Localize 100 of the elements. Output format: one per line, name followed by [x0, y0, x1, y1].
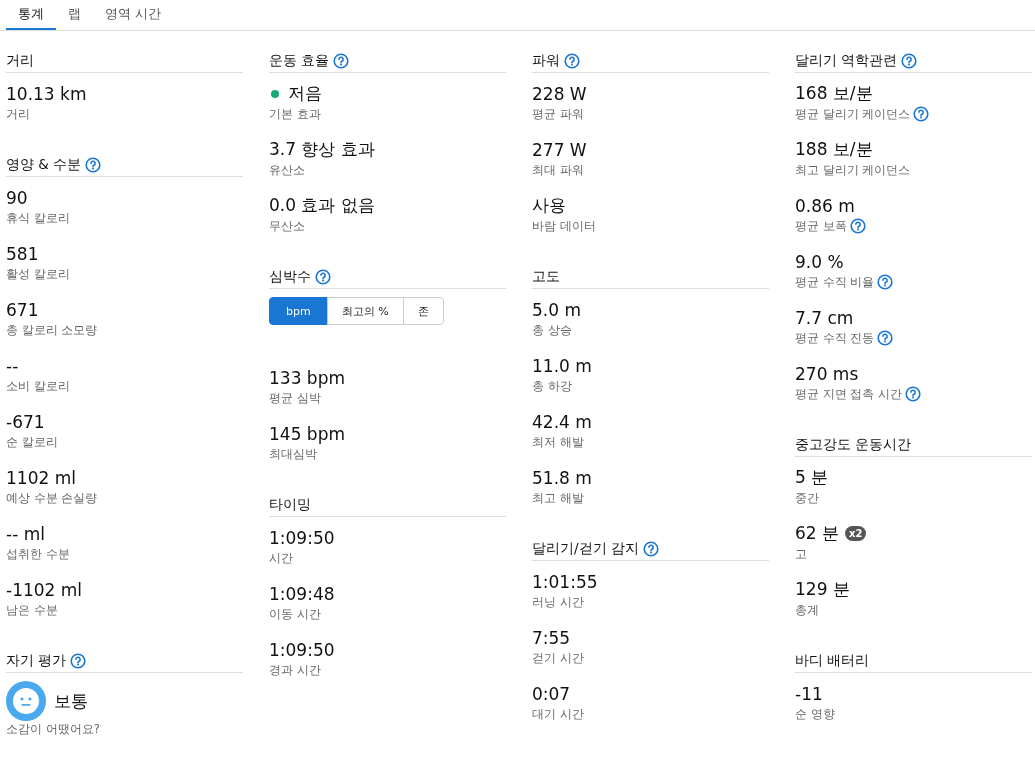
help-icon[interactable]	[333, 53, 350, 69]
stat-label: 소비 칼로리	[6, 378, 70, 394]
stat-label: 거리	[6, 106, 30, 122]
stat-label: 휴식 칼로리	[6, 210, 70, 226]
stat-label: 고	[795, 546, 807, 562]
section-title: 달리기 역학관련	[795, 52, 898, 70]
stat-value: 7:55	[532, 627, 571, 648]
stat-label: 최저 해발	[532, 434, 584, 450]
section-title: 바디 배터리	[795, 652, 870, 670]
stat-label: 소감이 어땠어요?	[6, 721, 100, 737]
stat-label: 예상 수분 손실량	[6, 490, 98, 506]
stat-label: 걷기 시간	[532, 650, 584, 666]
stat-label: 평균 파워	[532, 106, 584, 122]
stat-value: 133 bpm	[269, 367, 345, 388]
stat-label: 남은 수분	[6, 602, 58, 618]
stat-value: 저음	[288, 82, 322, 105]
stat-value: 5 분	[795, 466, 829, 489]
stat-label: 이동 시간	[269, 606, 321, 622]
stat-label: 기본 효과	[269, 106, 321, 122]
stat-value: 1:09:50	[269, 527, 335, 548]
stat-label: 활성 칼로리	[6, 266, 70, 282]
help-icon[interactable]	[642, 541, 659, 557]
stat-value: -1102 ml	[6, 579, 83, 600]
neutral-face-icon	[6, 681, 46, 721]
stat-value: 보통	[54, 689, 88, 713]
stat-value: 3.7 향상 효과	[269, 138, 375, 161]
stat-value: -671	[6, 411, 45, 432]
stat-label: 총 상승	[532, 322, 572, 338]
stat-label: 순 영향	[795, 706, 835, 722]
section-title: 고도	[532, 268, 560, 286]
tab[interactable]: 통계	[6, 0, 56, 30]
stat-value: --	[6, 355, 19, 376]
help-icon[interactable]	[877, 330, 894, 346]
stat-label: 최대심박	[269, 446, 317, 462]
stat-label: 대기 시간	[532, 706, 584, 722]
stat-label: 평균 보폭	[795, 218, 847, 234]
help-icon[interactable]	[849, 218, 866, 234]
stat-value: 168 보/분	[795, 82, 873, 105]
stat-value: 90	[6, 187, 28, 208]
help-icon[interactable]	[85, 157, 102, 173]
stat-value: 1:01:55	[532, 571, 598, 592]
section-title: 거리	[6, 52, 34, 70]
stat-value: 사용	[532, 194, 566, 217]
stat-value: 0:07	[532, 683, 571, 704]
stat-label: 섭취한 수분	[6, 546, 70, 562]
stat-label: 평균 수직 비율	[795, 274, 875, 290]
stat-value: 270 ms	[795, 363, 859, 384]
help-icon[interactable]	[564, 53, 580, 69]
stat-value: 0.86 m	[795, 195, 855, 216]
stat-value: 62 분	[795, 522, 840, 545]
stat-label: 총 하강	[532, 378, 572, 394]
stat-value: 7.7 cm	[795, 307, 854, 328]
stat-label: 순 칼로리	[6, 434, 58, 450]
stat-label: 평균 달리기 케이던스	[795, 106, 911, 122]
help-icon[interactable]	[913, 106, 930, 122]
stat-value: -- ml	[6, 523, 45, 544]
stat-value: 42.4 m	[532, 411, 592, 432]
stat-label: 총계	[795, 602, 819, 618]
segment-button[interactable]: 존	[402, 297, 444, 325]
section-title: 타이밍	[269, 496, 311, 514]
help-icon[interactable]	[315, 269, 331, 285]
stat-label: 유산소	[269, 162, 305, 178]
stat-value: 277 W	[532, 139, 587, 160]
stat-value: 188 보/분	[795, 138, 873, 161]
stat-label: 경과 시간	[269, 662, 321, 678]
section-title: 달리기/걷기 감지	[532, 540, 639, 558]
stat-label: 평균 심박	[269, 390, 321, 406]
stat-label: 중간	[795, 490, 819, 506]
help-icon[interactable]	[70, 653, 87, 669]
section-title: 심박수	[269, 268, 311, 286]
stat-label: 평균 수직 진동	[795, 330, 875, 346]
section-title: 자기 평가	[6, 652, 67, 670]
section-title: 중고강도 운동시간	[795, 436, 912, 454]
stat-value: 5.0 m	[532, 299, 581, 320]
stat-label: 최대 파워	[532, 162, 584, 178]
tab[interactable]: 영역 시간	[93, 0, 174, 30]
stat-value: 581	[6, 243, 39, 264]
stat-value: 1102 ml	[6, 467, 76, 488]
section-title: 운동 효율	[269, 52, 330, 70]
stat-value: 11.0 m	[532, 355, 592, 376]
tab[interactable]: 랩	[56, 0, 93, 30]
segment-button[interactable]: bpm	[269, 297, 328, 325]
stat-value: 129 분	[795, 578, 850, 601]
stat-value: 228 W	[532, 83, 587, 104]
stat-value: -11	[795, 683, 823, 704]
help-icon[interactable]	[904, 386, 921, 402]
stat-label: 총 칼로리 소모량	[6, 322, 98, 338]
stat-label: 시간	[269, 550, 293, 566]
stat-label: 평균 지면 접촉 시간	[795, 386, 902, 402]
stat-value: 51.8 m	[532, 467, 592, 488]
help-icon[interactable]	[901, 53, 918, 69]
stat-label: 바람 데이터	[532, 218, 596, 234]
section-title: 영양 & 수분	[6, 156, 82, 174]
stat-value: 1:09:48	[269, 583, 335, 604]
stat-label: 최고 달리기 케이던스	[795, 162, 911, 178]
help-icon[interactable]	[877, 274, 894, 290]
stat-value: 671	[6, 299, 39, 320]
stat-value: 1:09:50	[269, 639, 335, 660]
stat-label: 무산소	[269, 218, 305, 234]
segment-button[interactable]: 최고의 %	[326, 297, 404, 325]
